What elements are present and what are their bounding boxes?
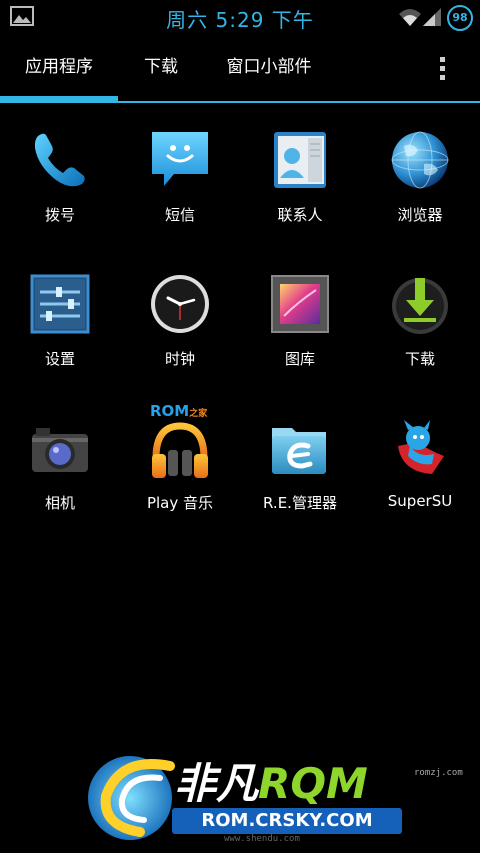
- watermark-small-top: romzj.com: [414, 768, 463, 778]
- overflow-menu-button[interactable]: [428, 54, 456, 84]
- tab-apps[interactable]: 应用程序: [0, 34, 118, 100]
- app-play-music[interactable]: ROM之家 Play 音乐: [120, 402, 240, 538]
- browser-globe-icon: [391, 131, 449, 189]
- watermark-logo: 非凡RQM ROM.CRSKY.COM: [80, 746, 420, 846]
- app-settings[interactable]: 设置: [0, 264, 120, 394]
- app-gallery[interactable]: 图库: [240, 264, 360, 394]
- app-label: 短信: [164, 206, 195, 224]
- rom-badge: ROM之家: [150, 402, 207, 420]
- status-bar: 周六 5:29 下午 98: [0, 0, 480, 34]
- app-label: 时钟: [164, 350, 195, 368]
- tab-widgets[interactable]: 窗口小部件: [204, 34, 334, 100]
- tab-divider: [0, 101, 480, 103]
- camera-icon: [32, 428, 88, 472]
- overflow-dot: [439, 66, 445, 71]
- phone-icon: [34, 133, 85, 187]
- watermark-small-bottom: www.shendu.com: [224, 834, 300, 844]
- contacts-icon: [274, 132, 326, 188]
- app-downloads[interactable]: 下载: [360, 264, 480, 394]
- overflow-dot: [439, 75, 445, 80]
- messaging-icon: [152, 132, 208, 186]
- tab-bar: 应用程序 下载 窗口小部件: [0, 34, 480, 104]
- clock-icon: [151, 275, 209, 333]
- app-label: 浏览器: [397, 206, 443, 224]
- tab-downloads[interactable]: 下载: [118, 34, 204, 100]
- app-label: 相机: [44, 494, 75, 512]
- app-dialer[interactable]: 拨号: [0, 120, 120, 250]
- file-manager-icon: [272, 428, 326, 474]
- watermark-brand-cn: 非凡: [174, 759, 259, 808]
- app-messaging[interactable]: 短信: [120, 120, 240, 250]
- watermark-url: ROM.CRSKY.COM: [172, 808, 402, 834]
- app-label: R.E.管理器: [263, 494, 337, 512]
- app-label: SuperSU: [387, 492, 453, 510]
- rom-badge-cn: 之家: [189, 409, 208, 419]
- settings-icon: [30, 274, 90, 334]
- app-label: 图库: [284, 350, 315, 368]
- play-music-icon: [152, 422, 208, 478]
- app-contacts[interactable]: 联系人: [240, 120, 360, 250]
- gallery-icon: [271, 275, 329, 333]
- supersu-icon: [398, 420, 444, 474]
- app-label: Play 音乐: [146, 494, 214, 512]
- app-browser[interactable]: 浏览器: [360, 120, 480, 250]
- app-supersu[interactable]: SuperSU: [360, 408, 480, 538]
- rom-badge-text: ROM: [150, 402, 190, 420]
- wifi-icon: [399, 9, 421, 26]
- app-file-manager[interactable]: R.E.管理器: [240, 408, 360, 538]
- signal-icon: [423, 8, 441, 26]
- watermark-brand-en: RQM: [258, 759, 368, 808]
- watermark-brand: 非凡RQM: [174, 750, 368, 811]
- app-label: 拨号: [44, 206, 75, 224]
- app-label: 设置: [44, 350, 75, 368]
- app-camera[interactable]: 相机: [0, 408, 120, 538]
- overflow-dot: [439, 57, 445, 62]
- app-label: 联系人: [277, 206, 323, 224]
- app-clock[interactable]: 时钟: [120, 264, 240, 394]
- battery-icon: 98: [447, 5, 473, 31]
- app-label: 下载: [404, 350, 435, 368]
- download-icon: [392, 278, 448, 334]
